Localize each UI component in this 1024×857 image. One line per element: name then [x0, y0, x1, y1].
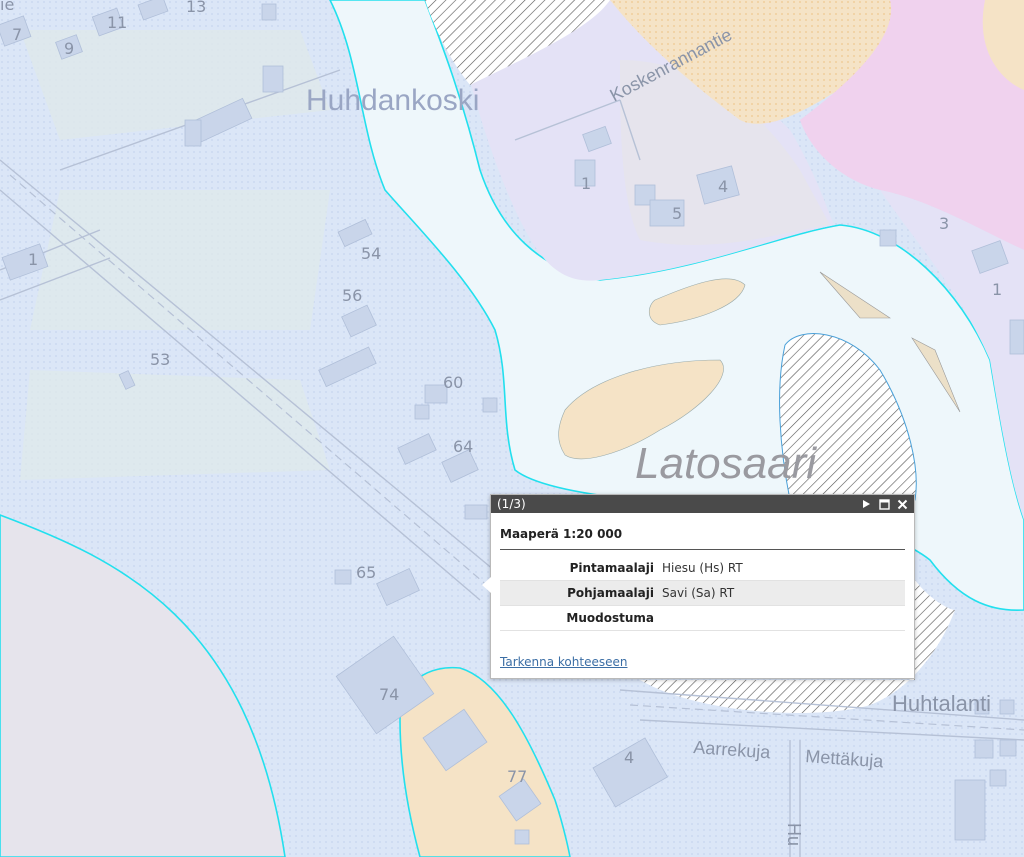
- address-number: 65: [356, 563, 376, 582]
- address-number: 1: [992, 280, 1002, 299]
- address-number: 7: [12, 25, 22, 44]
- place-label-latosaari: Latosaari: [635, 439, 817, 488]
- attribute-value: Hiesu (Hs) RT: [658, 556, 905, 581]
- zoom-to-feature-link[interactable]: Tarkenna kohteeseen: [500, 655, 627, 669]
- popup-pointer: [482, 577, 491, 593]
- map-canvas[interactable]: Huhdankoski Latosaari Koskenrannantie Hu…: [0, 0, 1024, 857]
- address-number: 3: [939, 214, 949, 233]
- address-number: 11: [107, 13, 127, 32]
- attribute-key: Pohjamaalaji: [500, 580, 658, 606]
- road-label-vertical: Hu: [784, 823, 804, 846]
- address-number: ie: [0, 0, 14, 14]
- address-number: 4: [624, 748, 634, 767]
- maximize-icon[interactable]: [878, 498, 890, 510]
- address-number: 1: [28, 250, 38, 269]
- address-number: 74: [379, 685, 399, 704]
- play-icon[interactable]: [860, 498, 872, 510]
- table-row: Pintamaalaji Hiesu (Hs) RT: [500, 556, 905, 581]
- road-label-huhtalantie: Huhtalanti: [892, 691, 991, 716]
- address-number: 1: [581, 174, 591, 193]
- map-layer: Huhdankoski Latosaari Koskenrannantie Hu…: [0, 0, 1024, 857]
- address-number: 4: [718, 177, 728, 196]
- popup-counter: (1/3): [497, 497, 526, 511]
- popup-layer-title: Maaperä 1:20 000: [500, 521, 905, 550]
- popup-body: Maaperä 1:20 000 Pintamaalaji Hiesu (Hs)…: [491, 513, 914, 670]
- attribute-table: Pintamaalaji Hiesu (Hs) RT Pohjamaalaji …: [500, 556, 905, 631]
- attribute-value: Savi (Sa) RT: [658, 580, 905, 606]
- address-number: 5: [672, 204, 682, 223]
- address-number: 64: [453, 437, 473, 456]
- table-row: Pohjamaalaji Savi (Sa) RT: [500, 580, 905, 606]
- close-icon[interactable]: [896, 498, 908, 510]
- address-number: 60: [443, 373, 463, 392]
- feature-info-popup: (1/3) Maaperä 1:20 000 Pintamaalaji Hies…: [482, 494, 915, 679]
- address-number: 54: [361, 244, 381, 263]
- address-number: 13: [186, 0, 206, 16]
- address-number: 77: [507, 767, 527, 786]
- address-number: 9: [64, 39, 74, 58]
- address-number: 56: [342, 286, 362, 305]
- attribute-key: Muodostuma: [500, 605, 658, 631]
- table-row: Muodostuma: [500, 605, 905, 631]
- attribute-value: [658, 605, 905, 631]
- address-number: 53: [150, 350, 170, 369]
- place-label-huhdankoski: Huhdankoski: [306, 84, 479, 117]
- popup-titlebar: (1/3): [491, 495, 914, 513]
- attribute-key: Pintamaalaji: [500, 556, 658, 581]
